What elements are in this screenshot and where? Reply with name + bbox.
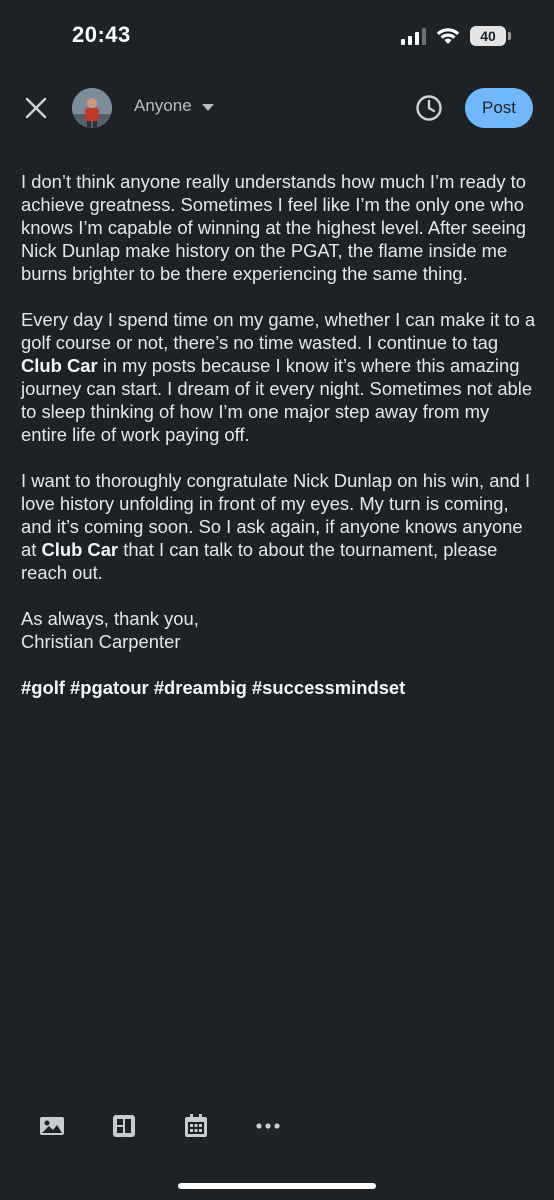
post-paragraph-2: Every day I spend time on my game, wheth… <box>21 308 537 446</box>
mention-club-car[interactable]: Club Car <box>41 539 118 560</box>
author-name: Christian Carpenter <box>21 631 181 652</box>
composer-header: Anyone Post <box>0 80 554 136</box>
hashtags: #golf #pgatour #dreambig #successmindset <box>21 677 406 698</box>
status-bar: 20:43 40 <box>0 0 554 76</box>
post-paragraph-3: I want to thoroughly congratulate Nick D… <box>21 469 537 584</box>
close-icon <box>25 97 47 119</box>
more-icon <box>256 1123 280 1129</box>
status-time: 20:43 <box>72 22 131 47</box>
audience-selector[interactable]: Anyone <box>134 96 214 116</box>
attachment-toolbar <box>0 1108 554 1144</box>
battery-level: 40 <box>480 28 496 44</box>
cellular-signal-icon <box>401 27 426 45</box>
add-template-button[interactable] <box>110 1112 138 1140</box>
chevron-down-icon <box>201 103 214 111</box>
post-signoff: As always, thank you, Christian Carpenter <box>21 607 537 653</box>
mention-club-car[interactable]: Club Car <box>21 355 98 376</box>
post-button[interactable]: Post <box>465 88 533 128</box>
template-icon <box>113 1115 135 1137</box>
image-icon <box>40 1117 64 1135</box>
calendar-icon <box>185 1114 207 1137</box>
add-event-button[interactable] <box>182 1112 210 1140</box>
schedule-button[interactable] <box>414 93 444 123</box>
close-button[interactable] <box>20 92 52 124</box>
battery-icon: 40 <box>470 26 511 46</box>
clock-icon <box>416 95 442 121</box>
profile-photo <box>72 88 112 128</box>
text-span: Every day I spend time on my game, wheth… <box>21 309 536 353</box>
status-indicators: 40 <box>401 26 511 46</box>
wifi-icon <box>436 28 460 44</box>
avatar[interactable] <box>72 88 112 128</box>
text-span: in my posts because I know it’s where th… <box>21 355 533 445</box>
post-paragraph-1: I don’t think anyone really understands … <box>21 171 527 284</box>
home-indicator <box>178 1183 376 1189</box>
more-options-button[interactable] <box>254 1112 282 1140</box>
add-photo-button[interactable] <box>38 1112 66 1140</box>
audience-label: Anyone <box>134 96 192 115</box>
post-editor[interactable]: I don’t think anyone really understands … <box>21 170 537 722</box>
signoff-line: As always, thank you, <box>21 608 199 629</box>
